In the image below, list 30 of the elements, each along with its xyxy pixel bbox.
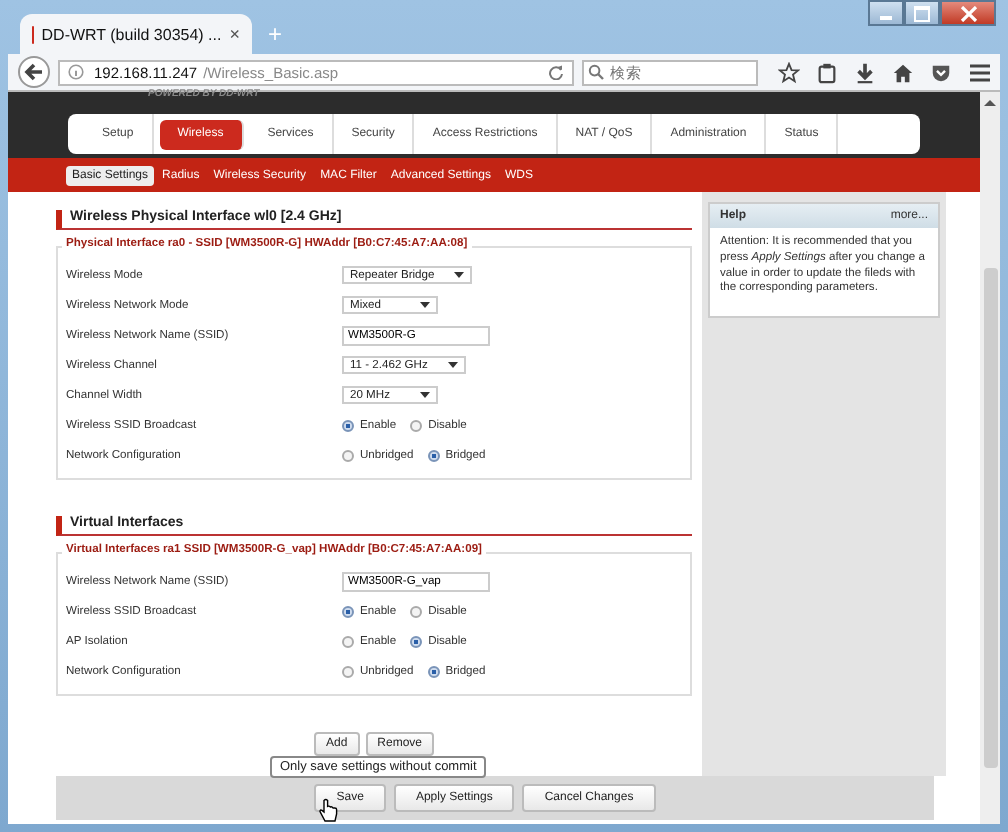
star-icon[interactable] xyxy=(778,61,800,83)
minimize-icon[interactable] xyxy=(868,0,904,26)
radio-button[interactable] xyxy=(427,665,440,677)
scroll-up-arrow-icon[interactable] xyxy=(984,98,996,108)
close-icon[interactable] xyxy=(940,0,996,26)
radio-button[interactable] xyxy=(342,605,354,617)
caret-icon xyxy=(420,302,430,308)
search-icon xyxy=(588,64,604,80)
reload-icon[interactable] xyxy=(548,64,564,80)
menu-icon[interactable] xyxy=(968,61,992,83)
radio-button[interactable] xyxy=(410,419,423,431)
caret-icon xyxy=(420,392,430,398)
maximize-icon[interactable] xyxy=(904,0,940,26)
info-icon xyxy=(68,64,84,80)
radio-button[interactable] xyxy=(410,605,423,617)
radio-button[interactable] xyxy=(342,665,354,677)
tab-title: DD-WRT (build 30354) ... xyxy=(41,25,222,43)
caret-icon xyxy=(447,362,458,368)
home-icon[interactable] xyxy=(892,61,914,83)
download-icon[interactable] xyxy=(854,61,876,83)
radio-button[interactable] xyxy=(410,635,423,647)
radio-button[interactable] xyxy=(342,449,354,461)
clipboard-icon[interactable] xyxy=(816,61,838,83)
caret-icon xyxy=(454,272,465,278)
radio-button[interactable] xyxy=(427,449,440,461)
radio-button[interactable] xyxy=(342,419,354,431)
pocket-icon[interactable] xyxy=(930,61,952,83)
browser-tab[interactable]: DD-WRT (build 30354) ... × xyxy=(20,14,252,54)
tab-close-button[interactable]: × xyxy=(229,24,240,44)
radio-button[interactable] xyxy=(342,635,354,647)
